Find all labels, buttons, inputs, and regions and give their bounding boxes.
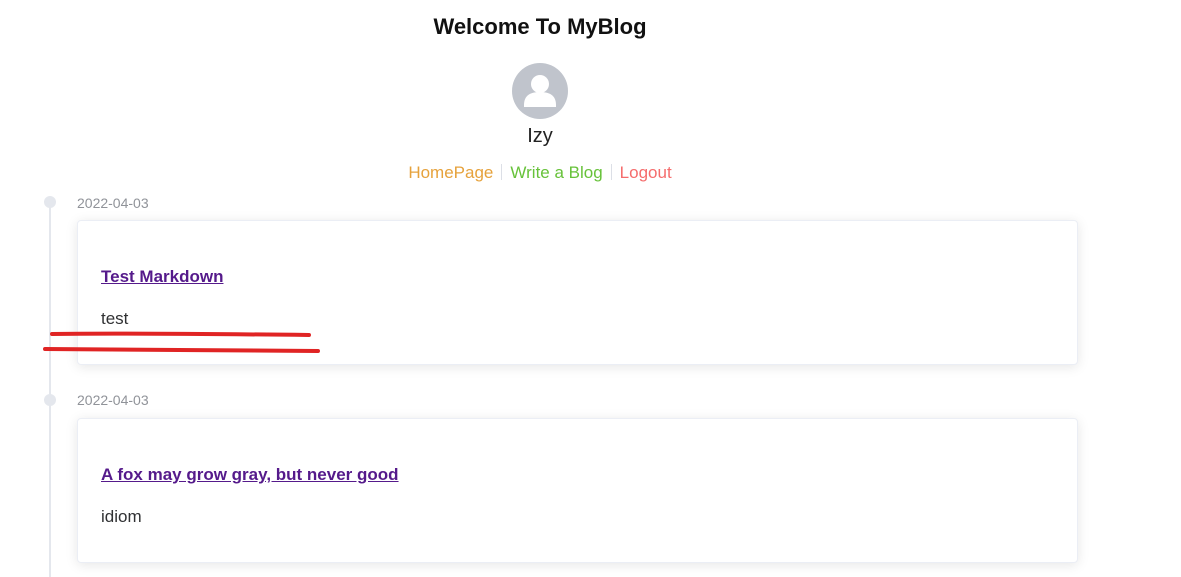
red-annotation-underline [43, 331, 320, 353]
page: Welcome To MyBlog Izy HomePage Write a Bl… [0, 0, 1181, 577]
